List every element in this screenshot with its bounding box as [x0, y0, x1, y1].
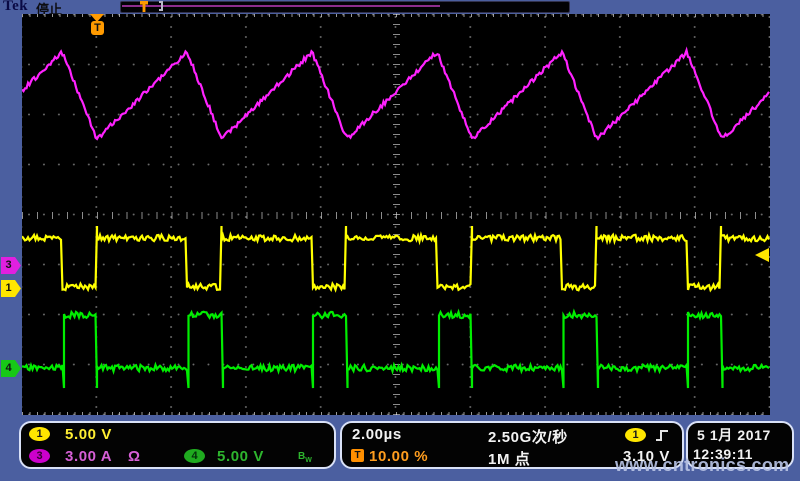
ch4-badge: 4: [184, 449, 205, 463]
trigger-source-badge: 1: [625, 428, 646, 442]
record-view-bar: [120, 1, 570, 13]
oscilloscope-screen: { "header": { "logo": "Tek", "acq_status…: [0, 0, 800, 481]
trigger-position-t-badge: T: [351, 449, 364, 462]
watermark-text: www.cntronics.com: [615, 455, 789, 476]
ch1-scale-readout: 5.00 V: [65, 426, 112, 443]
ch3-trace: [22, 50, 769, 139]
ch4-trace: [22, 312, 769, 388]
channel-marker-ch1[interactable]: 1: [1, 280, 21, 297]
trigger-rising-edge-icon: [654, 428, 670, 443]
ch1-badge: 1: [29, 427, 50, 441]
horizontal-position-readout: 10.00 %: [369, 448, 428, 465]
ch4-scale-readout: 5.00 V: [217, 448, 264, 465]
ch1-trace: [22, 226, 769, 290]
record-view-line: [122, 5, 440, 7]
date-readout: 5 1月 2017: [697, 425, 771, 445]
trigger-position-marker[interactable]: T: [91, 21, 104, 35]
channel-marker-ch4[interactable]: 4: [1, 360, 21, 377]
top-bar: Tek 停止: [0, 0, 800, 14]
brand-logo: Tek: [3, 0, 28, 15]
sample-rate-readout: 2.50G次/秒: [488, 426, 568, 447]
ch3-badge: 3: [29, 449, 50, 463]
record-length-readout: 1M 点: [488, 448, 530, 469]
graticule: T: [22, 14, 770, 415]
timebase-readout: 2.00µs: [352, 426, 402, 443]
channel-readouts-box: 1 5.00 V 3 3.00 A Ω 4 5.00 V BW: [19, 421, 336, 469]
channel-marker-ch3[interactable]: 3: [1, 257, 21, 274]
ch4-bandwidth-limit-icon: BW: [298, 451, 312, 464]
trigger-level-arrow-icon[interactable]: [755, 248, 769, 262]
ch3-scale-readout: 3.00 A: [65, 448, 112, 465]
ch3-coupling-ohm-icon: Ω: [128, 448, 141, 465]
waveform-canvas: [22, 14, 770, 415]
record-view-window-bracket-icon: [159, 1, 163, 11]
